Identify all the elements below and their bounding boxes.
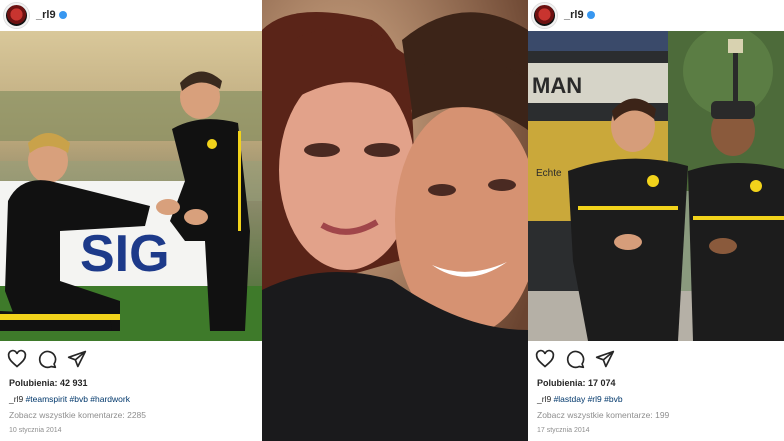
likes-count[interactable]: Polubienia: 42 931 — [9, 378, 88, 388]
heart-icon[interactable] — [7, 349, 27, 369]
post-photo[interactable]: MAN Echte — [528, 31, 784, 341]
verified-badge-icon — [586, 11, 595, 19]
view-comments-link[interactable]: Zobacz wszystkie komentarze: 199 — [537, 410, 669, 420]
username[interactable]: _rl9 — [564, 9, 584, 21]
post-actions — [7, 347, 87, 371]
caption: _rl9 #lastday #rl9 #bvb — [537, 394, 623, 404]
post-header: _rl9 — [0, 0, 262, 30]
avatar[interactable] — [4, 2, 29, 28]
instagram-post-right: _rl9 MAN Echte Polubienia: 17 074 _rl9 #… — [528, 0, 784, 441]
comment-icon[interactable] — [37, 349, 57, 369]
post-date: 10 stycznia 2014 — [9, 427, 62, 434]
username[interactable]: _rl9 — [36, 9, 56, 21]
post-actions — [535, 347, 615, 371]
bus-side-text: Echte — [536, 168, 562, 179]
comment-icon[interactable] — [565, 349, 585, 369]
view-comments-link[interactable]: Zobacz wszystkie komentarze: 2285 — [9, 410, 146, 420]
caption-username[interactable]: _rl9 — [537, 394, 551, 404]
banner-text: SIG — [80, 225, 170, 283]
avatar[interactable] — [532, 2, 557, 28]
caption-hashtags[interactable]: #teamspirit #bvb #hardwork — [26, 394, 130, 404]
share-icon[interactable] — [67, 349, 87, 369]
verified-badge-icon — [58, 11, 67, 19]
post-header: _rl9 — [528, 0, 784, 30]
caption-hashtags[interactable]: #lastday #rl9 #bvb — [554, 394, 623, 404]
post-date: 17 stycznia 2014 — [537, 427, 590, 434]
instagram-post-left: _rl9 SIG Polubienia: 42 931 _rl9 #teamsp… — [0, 0, 262, 441]
post-photo[interactable]: SIG — [0, 31, 262, 341]
caption: _rl9 #teamspirit #bvb #hardwork — [9, 394, 130, 404]
bus-text: MAN — [532, 73, 582, 98]
share-icon[interactable] — [595, 349, 615, 369]
center-photo — [262, 0, 528, 441]
caption-username[interactable]: _rl9 — [9, 394, 23, 404]
likes-count[interactable]: Polubienia: 17 074 — [537, 378, 616, 388]
heart-icon[interactable] — [535, 349, 555, 369]
